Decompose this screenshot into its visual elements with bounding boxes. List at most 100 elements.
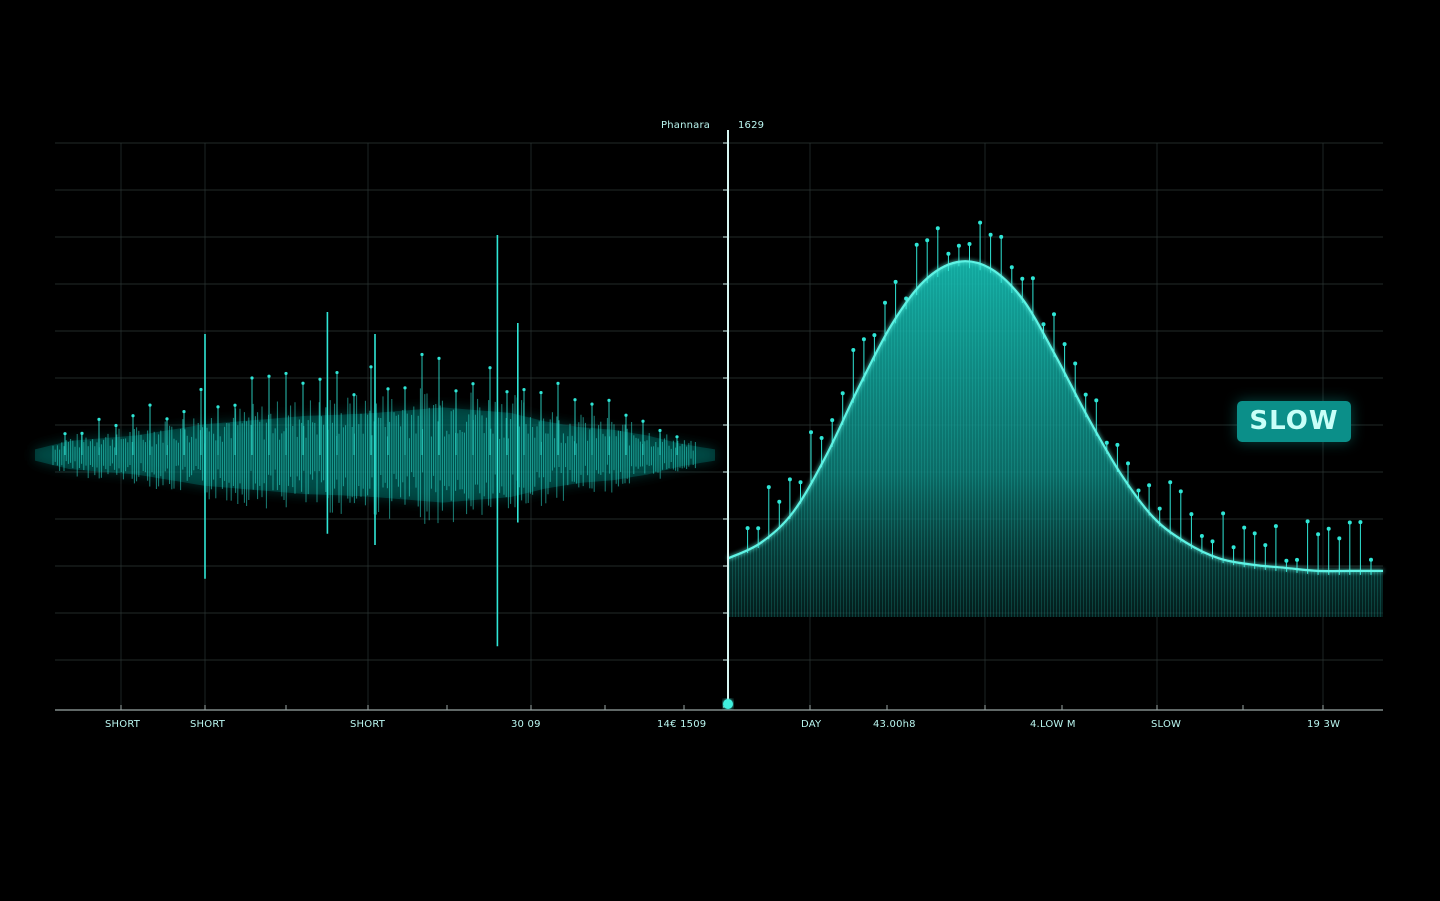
waveform-pin-head bbox=[97, 417, 101, 422]
bell-data-point bbox=[830, 418, 835, 423]
bell-data-point bbox=[1305, 519, 1310, 524]
waveform-pin-head bbox=[131, 414, 135, 418]
bell-data-point bbox=[1189, 512, 1194, 517]
bell-data-point bbox=[1147, 483, 1152, 488]
bell-data-point bbox=[1104, 440, 1109, 445]
bell-data-point bbox=[1083, 392, 1088, 397]
bell-data-point bbox=[1136, 488, 1141, 493]
bell-data-point bbox=[1242, 525, 1247, 530]
bell-data-point bbox=[1073, 361, 1078, 366]
axis-origin-marker bbox=[723, 699, 733, 709]
bell-data-point bbox=[1273, 524, 1278, 529]
bell-data-point bbox=[756, 526, 761, 531]
waveform-pin-head bbox=[403, 386, 407, 390]
waveform-pin-head bbox=[386, 387, 390, 391]
slow-badge: SLOW bbox=[1237, 401, 1351, 442]
bell-data-point bbox=[935, 226, 940, 231]
bell-data-point bbox=[1041, 322, 1046, 327]
bell-data-point bbox=[893, 279, 898, 284]
bell-data-point bbox=[1326, 526, 1331, 531]
x-tick-label: SLOW bbox=[1151, 719, 1182, 730]
waveform-pin-head bbox=[250, 376, 254, 380]
bell-data-point bbox=[1126, 461, 1130, 466]
waveform-pin-head bbox=[505, 390, 509, 394]
bell-data-point bbox=[787, 477, 792, 482]
waveform-pin-head bbox=[216, 405, 220, 409]
waveform-pin-head bbox=[335, 370, 339, 375]
waveform-pin-head bbox=[63, 432, 67, 436]
bell-data-point bbox=[925, 238, 930, 243]
bell-data-point bbox=[1358, 520, 1363, 525]
x-tick-label: 4.LOW M bbox=[1030, 719, 1076, 730]
bell-data-point bbox=[1231, 545, 1236, 550]
bell-data-point bbox=[1347, 520, 1352, 525]
x-tick-label: DAY bbox=[801, 719, 822, 730]
waveform-pin-head bbox=[369, 365, 373, 369]
bell-data-point bbox=[798, 480, 803, 485]
x-tick-label: 19 3W bbox=[1307, 719, 1341, 730]
bell-data-point bbox=[1252, 531, 1257, 536]
bell-data-point bbox=[1295, 557, 1299, 562]
bell-data-point bbox=[988, 232, 993, 237]
waveform-pin-head bbox=[182, 410, 186, 414]
bell-data-point bbox=[766, 485, 771, 490]
waveform-pin-head bbox=[590, 402, 594, 406]
x-tick-label: SHORT bbox=[350, 719, 386, 730]
waveform-pin-head bbox=[573, 398, 577, 402]
waveform-pin-head bbox=[318, 377, 322, 381]
bell-data-point bbox=[745, 526, 750, 531]
bell-data-point bbox=[1284, 558, 1289, 563]
waveform-pin-head bbox=[267, 374, 271, 378]
bell-data-point bbox=[1168, 480, 1173, 485]
bell-data-point bbox=[861, 337, 866, 342]
waveform-pin-head bbox=[607, 398, 611, 403]
bell-data-point bbox=[1157, 506, 1162, 511]
waveform-series bbox=[35, 235, 715, 647]
axes bbox=[55, 130, 1383, 711]
waveform-pin-head bbox=[658, 428, 662, 433]
x-tick-label: SHORT bbox=[190, 719, 226, 730]
waveform-pin-head bbox=[165, 417, 169, 421]
bell-data-point bbox=[872, 333, 877, 338]
bell-data-point bbox=[946, 251, 951, 256]
header-left-label: Phannara bbox=[661, 120, 711, 131]
waveform-pin-head bbox=[437, 356, 441, 360]
bell-data-point bbox=[1052, 312, 1056, 317]
x-tick-label: 30 09 bbox=[511, 719, 541, 730]
bell-data-point bbox=[1094, 398, 1099, 403]
chart-svg bbox=[35, 130, 1383, 711]
bell-data-point bbox=[914, 242, 919, 247]
waveform-pin-head bbox=[420, 352, 424, 357]
chart-canvas: Phannara 1629 SHORT SHORT SHORT 30 09 14… bbox=[0, 0, 1440, 896]
bell-data-point bbox=[777, 499, 782, 504]
bell-data-point bbox=[1009, 265, 1014, 270]
waveform-pin-head bbox=[352, 393, 356, 397]
bell-data-point bbox=[851, 348, 856, 352]
waveform-pin-head bbox=[675, 435, 679, 439]
waveform-pin-head bbox=[624, 413, 628, 417]
bell-data-point bbox=[840, 391, 845, 396]
bell-data-point bbox=[1221, 511, 1226, 516]
waveform-pin-head bbox=[80, 431, 84, 436]
bell-data-point bbox=[1337, 536, 1342, 541]
bell-data-point bbox=[1210, 539, 1215, 544]
bell-data-point bbox=[1030, 276, 1035, 281]
header-right-label: 1629 bbox=[738, 120, 765, 131]
bell-data-point bbox=[819, 436, 824, 440]
bell-data-point bbox=[809, 430, 813, 435]
waveform-pin-head bbox=[233, 403, 237, 407]
bell-data-point bbox=[967, 242, 972, 246]
waveform-pin-head bbox=[488, 366, 492, 370]
x-tick-label: 14€ 1509 bbox=[657, 719, 707, 730]
bell-data-point bbox=[1115, 442, 1120, 447]
waveform-pin-head bbox=[199, 387, 203, 392]
bell-data-point bbox=[1316, 532, 1321, 537]
waveform-pin-head bbox=[114, 423, 118, 428]
bell-data-point bbox=[956, 243, 961, 248]
bell-data-point bbox=[1178, 489, 1183, 494]
waveform-pin-head bbox=[539, 390, 543, 395]
bell-data-point bbox=[1263, 543, 1268, 548]
waveform-pin-head bbox=[454, 389, 458, 393]
bell-data-point bbox=[999, 234, 1004, 239]
waveform-pin-head bbox=[471, 382, 475, 386]
